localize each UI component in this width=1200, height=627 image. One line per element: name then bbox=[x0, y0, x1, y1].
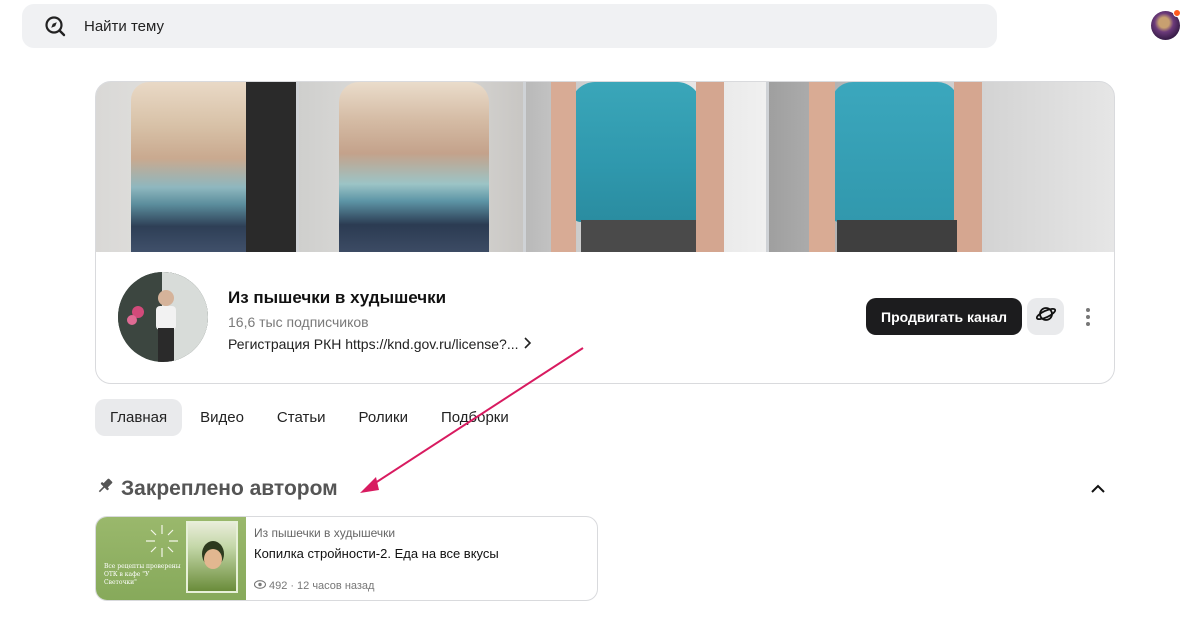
thumbnail-photo bbox=[186, 521, 238, 593]
tab-articles[interactable]: Статьи bbox=[262, 399, 341, 436]
pin-icon bbox=[95, 476, 115, 501]
search-input[interactable]: Найти тему bbox=[84, 18, 164, 35]
pinned-title: Закреплено автором bbox=[121, 476, 338, 500]
planet-icon bbox=[1035, 303, 1057, 330]
cover-photo-3 bbox=[526, 82, 766, 252]
tab-shorts[interactable]: Ролики bbox=[344, 399, 423, 436]
video-channel-name[interactable]: Из пышечки в худышечки bbox=[254, 526, 597, 540]
video-title[interactable]: Копилка стройности-2. Еда на все вкусы bbox=[254, 546, 597, 561]
more-options-icon[interactable] bbox=[1078, 298, 1098, 335]
eye-icon bbox=[253, 580, 267, 592]
channel-card: Из пышечки в худышечки 16,6 тыс подписчи… bbox=[95, 81, 1115, 384]
search-bar[interactable]: Найти тему bbox=[22, 4, 997, 48]
video-thumbnail[interactable]: Все рецепты проверены ОТК в кафе "У Свет… bbox=[96, 517, 246, 600]
subscriber-count: 16,6 тыс подписчиков bbox=[228, 314, 369, 330]
tab-home[interactable]: Главная bbox=[95, 399, 183, 436]
cover-photo-2 bbox=[299, 82, 523, 252]
pinned-video-card[interactable]: Все рецепты проверены ОТК в кафе "У Свет… bbox=[95, 516, 598, 601]
channel-tabs: Главная Видео Статьи Ролики Подборки bbox=[95, 399, 527, 436]
cover-photo-1 bbox=[96, 82, 296, 252]
view-count: 492 bbox=[269, 580, 288, 592]
sparkle-icon bbox=[146, 525, 178, 557]
compass-search-icon bbox=[44, 15, 66, 37]
thumbnail-caption: Все рецепты проверены ОТК в кафе "У Свет… bbox=[104, 563, 181, 586]
channel-name[interactable]: Из пышечки в худышечки bbox=[228, 288, 446, 308]
video-meta: 492 · 12 часов назад bbox=[253, 580, 375, 592]
meta-separator: · bbox=[290, 580, 295, 592]
tab-video[interactable]: Видео bbox=[185, 399, 259, 436]
channel-description[interactable]: Регистрация РКН https://knd.gov.ru/licen… bbox=[228, 336, 533, 352]
published-time: 12 часов назад bbox=[297, 580, 375, 592]
chevron-up-icon[interactable] bbox=[1088, 478, 1108, 498]
channel-cover bbox=[96, 82, 1114, 252]
cover-photo-4 bbox=[769, 82, 1114, 252]
registration-text: Регистрация РКН https://knd.gov.ru/licen… bbox=[228, 336, 519, 352]
notification-dot bbox=[1173, 9, 1181, 17]
tab-collections[interactable]: Подборки bbox=[426, 399, 524, 436]
chevron-right-icon bbox=[523, 336, 533, 352]
channel-info: Из пышечки в худышечки 16,6 тыс подписчи… bbox=[96, 252, 1114, 383]
channel-avatar[interactable] bbox=[118, 272, 208, 362]
planet-button[interactable] bbox=[1027, 298, 1064, 335]
pinned-section-header: Закреплено автором bbox=[95, 476, 338, 501]
promote-channel-button[interactable]: Продвигать канал bbox=[866, 298, 1022, 335]
video-info: Из пышечки в худышечки Копилка стройност… bbox=[246, 517, 597, 600]
